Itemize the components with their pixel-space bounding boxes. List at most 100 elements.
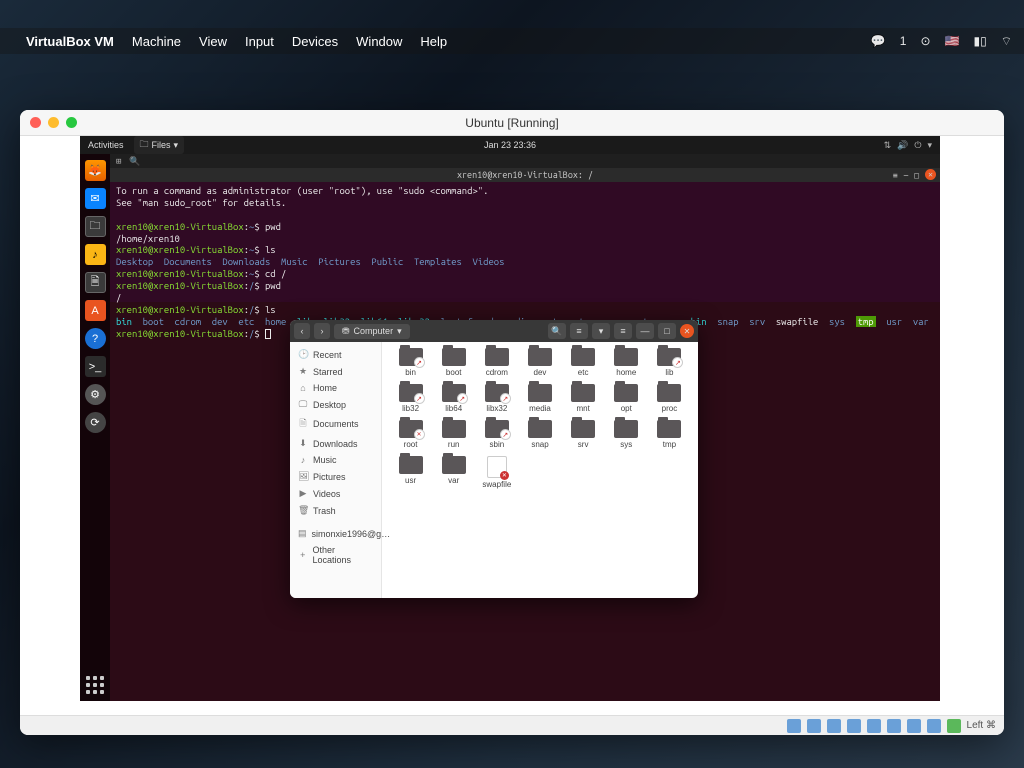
sidebar-item-desktop[interactable]: 🖵Desktop [290, 396, 381, 413]
file-item-lib32[interactable]: lib32 [390, 384, 431, 418]
minimize-icon[interactable] [48, 117, 59, 128]
dock-software[interactable]: A [85, 300, 106, 321]
file-item-tmp[interactable]: tmp [649, 420, 690, 454]
sidebar-item-recent[interactable]: 🕑Recent [290, 346, 381, 363]
file-item-srv[interactable]: srv [563, 420, 604, 454]
sidebar-item-pictures[interactable]: 🖼Pictures [290, 468, 381, 485]
terminal-body[interactable]: To run a command as administrator (user … [110, 182, 940, 342]
vbox-titlebar[interactable]: Ubuntu [Running] [20, 110, 1004, 136]
volume-icon[interactable]: 🔊 [897, 140, 908, 151]
chat-icon[interactable]: 💬 [871, 34, 886, 48]
terminal-window[interactable]: ⊞ 🔍 xren10@xren10-VirtualBox: / ≡ — □ ✕ … [110, 154, 940, 302]
file-item-usr[interactable]: usr [390, 456, 431, 490]
sidebar-item-documents[interactable]: 🗎Documents [290, 413, 381, 435]
hamburger-button[interactable]: ≡ [614, 323, 632, 339]
sidebar-item-videos[interactable]: ▶Videos [290, 485, 381, 502]
menu-input[interactable]: Input [245, 34, 274, 49]
zoom-icon[interactable] [66, 117, 77, 128]
forward-button[interactable]: › [314, 323, 330, 339]
file-item-sys[interactable]: sys [606, 420, 647, 454]
maximize-button[interactable]: □ [658, 323, 676, 339]
files-grid[interactable]: binbootcdromdevetchomelib lib32lib64libx3… [382, 342, 698, 598]
list-view-button[interactable]: ≡ [570, 323, 588, 339]
appmenu-files[interactable]: 🗀 Files ▾ [134, 136, 185, 154]
activities-button[interactable]: Activities [88, 140, 124, 150]
network-icon[interactable] [847, 719, 861, 733]
file-item-sbin[interactable]: sbin [476, 420, 517, 454]
cpu-icon[interactable] [947, 719, 961, 733]
dock-updater[interactable]: ⟳ [85, 412, 106, 433]
maximize-icon[interactable]: □ [914, 169, 919, 183]
file-item-lib64[interactable]: lib64 [433, 384, 474, 418]
sidebar-item-downloads[interactable]: ⬇Downloads [290, 435, 381, 452]
file-item-opt[interactable]: opt [606, 384, 647, 418]
close-icon[interactable] [30, 117, 41, 128]
menu-machine[interactable]: Machine [132, 34, 181, 49]
close-button[interactable]: ✕ [680, 324, 694, 338]
file-item-lib[interactable]: lib [649, 348, 690, 382]
recording-icon[interactable] [927, 719, 941, 733]
minimize-button[interactable]: — [636, 323, 654, 339]
dock-text-editor[interactable]: 🗎 [85, 272, 106, 293]
search-icon[interactable]: 🔍 [129, 156, 140, 167]
sidebar-item-starred[interactable]: ★Starred [290, 363, 381, 380]
menu-view[interactable]: View [199, 34, 227, 49]
menu-devices[interactable]: Devices [292, 34, 338, 49]
file-item-run[interactable]: run [433, 420, 474, 454]
file-item-proc[interactable]: proc [649, 384, 690, 418]
file-item-root[interactable]: root [390, 420, 431, 454]
view-options-button[interactable]: ▾ [592, 323, 610, 339]
audio-icon[interactable] [827, 719, 841, 733]
file-item-libx32[interactable]: libx32 [476, 384, 517, 418]
dock-terminal[interactable]: >_ [85, 356, 106, 377]
hdd-icon[interactable] [787, 719, 801, 733]
battery-icon[interactable]: ▮▯ [974, 34, 987, 48]
menu-help[interactable]: Help [420, 34, 447, 49]
new-tab-icon[interactable]: ⊞ [116, 156, 121, 167]
file-item-bin[interactable]: bin [390, 348, 431, 382]
sidebar-item-simonxie-g-[interactable]: ▤simonxie1996@g… [290, 525, 381, 542]
chevron-down-icon[interactable]: ▾ [927, 140, 932, 151]
sidebar-item-home[interactable]: ⌂Home [290, 380, 381, 396]
menu-icon[interactable]: ≡ [893, 169, 898, 183]
search-button[interactable]: 🔍 [548, 323, 566, 339]
sidebar-item-trash[interactable]: 🗑Trash [290, 502, 381, 519]
power-icon[interactable]: ⏻ [914, 140, 921, 151]
file-item-etc[interactable]: etc [563, 348, 604, 382]
display-icon[interactable] [907, 719, 921, 733]
shared-folder-icon[interactable] [887, 719, 901, 733]
window-controls[interactable] [30, 117, 77, 128]
close-icon[interactable]: ✕ [925, 169, 936, 180]
files-window[interactable]: ‹ › ⛃ Computer ▾ 🔍 ≡ ▾ ≡ — □ ✕ 🕑Recent★S… [290, 320, 698, 598]
minimize-icon[interactable]: — [904, 169, 908, 183]
clock[interactable]: Jan 23 23:36 [484, 140, 536, 150]
dock-firefox[interactable]: 🦊 [85, 160, 106, 181]
path-bar[interactable]: ⛃ Computer ▾ [334, 324, 410, 339]
sidebar-item-other-locations[interactable]: +Other Locations [290, 542, 381, 568]
network-icon[interactable]: ⇅ [884, 140, 892, 151]
dock-settings[interactable]: ⚙ [85, 384, 106, 405]
sidebar-item-music[interactable]: ♪Music [290, 452, 381, 468]
optical-icon[interactable] [807, 719, 821, 733]
file-item-var[interactable]: var [433, 456, 474, 490]
file-item-media[interactable]: media [519, 384, 560, 418]
file-item-swapfile[interactable]: swapfile [476, 456, 517, 490]
play-icon[interactable]: ⊙ [920, 34, 930, 48]
flag-icon[interactable]: 🇺🇸 [945, 34, 960, 48]
show-applications[interactable] [85, 675, 105, 695]
file-item-home[interactable]: home [606, 348, 647, 382]
file-item-cdrom[interactable]: cdrom [476, 348, 517, 382]
menu-window[interactable]: Window [356, 34, 402, 49]
menu-app[interactable]: VirtualBox VM [26, 34, 114, 49]
usb-icon[interactable] [867, 719, 881, 733]
file-item-dev[interactable]: dev [519, 348, 560, 382]
dock-files[interactable]: 🗀 [85, 216, 106, 237]
wifi-icon[interactable]: ⌔ [1001, 34, 1012, 49]
dock-help[interactable]: ? [85, 328, 106, 349]
file-item-mnt[interactable]: mnt [563, 384, 604, 418]
file-item-boot[interactable]: boot [433, 348, 474, 382]
dock-thunderbird[interactable]: ✉ [85, 188, 106, 209]
file-item-snap[interactable]: snap [519, 420, 560, 454]
back-button[interactable]: ‹ [294, 323, 310, 339]
dock-rhythmbox[interactable]: ♪ [85, 244, 106, 265]
